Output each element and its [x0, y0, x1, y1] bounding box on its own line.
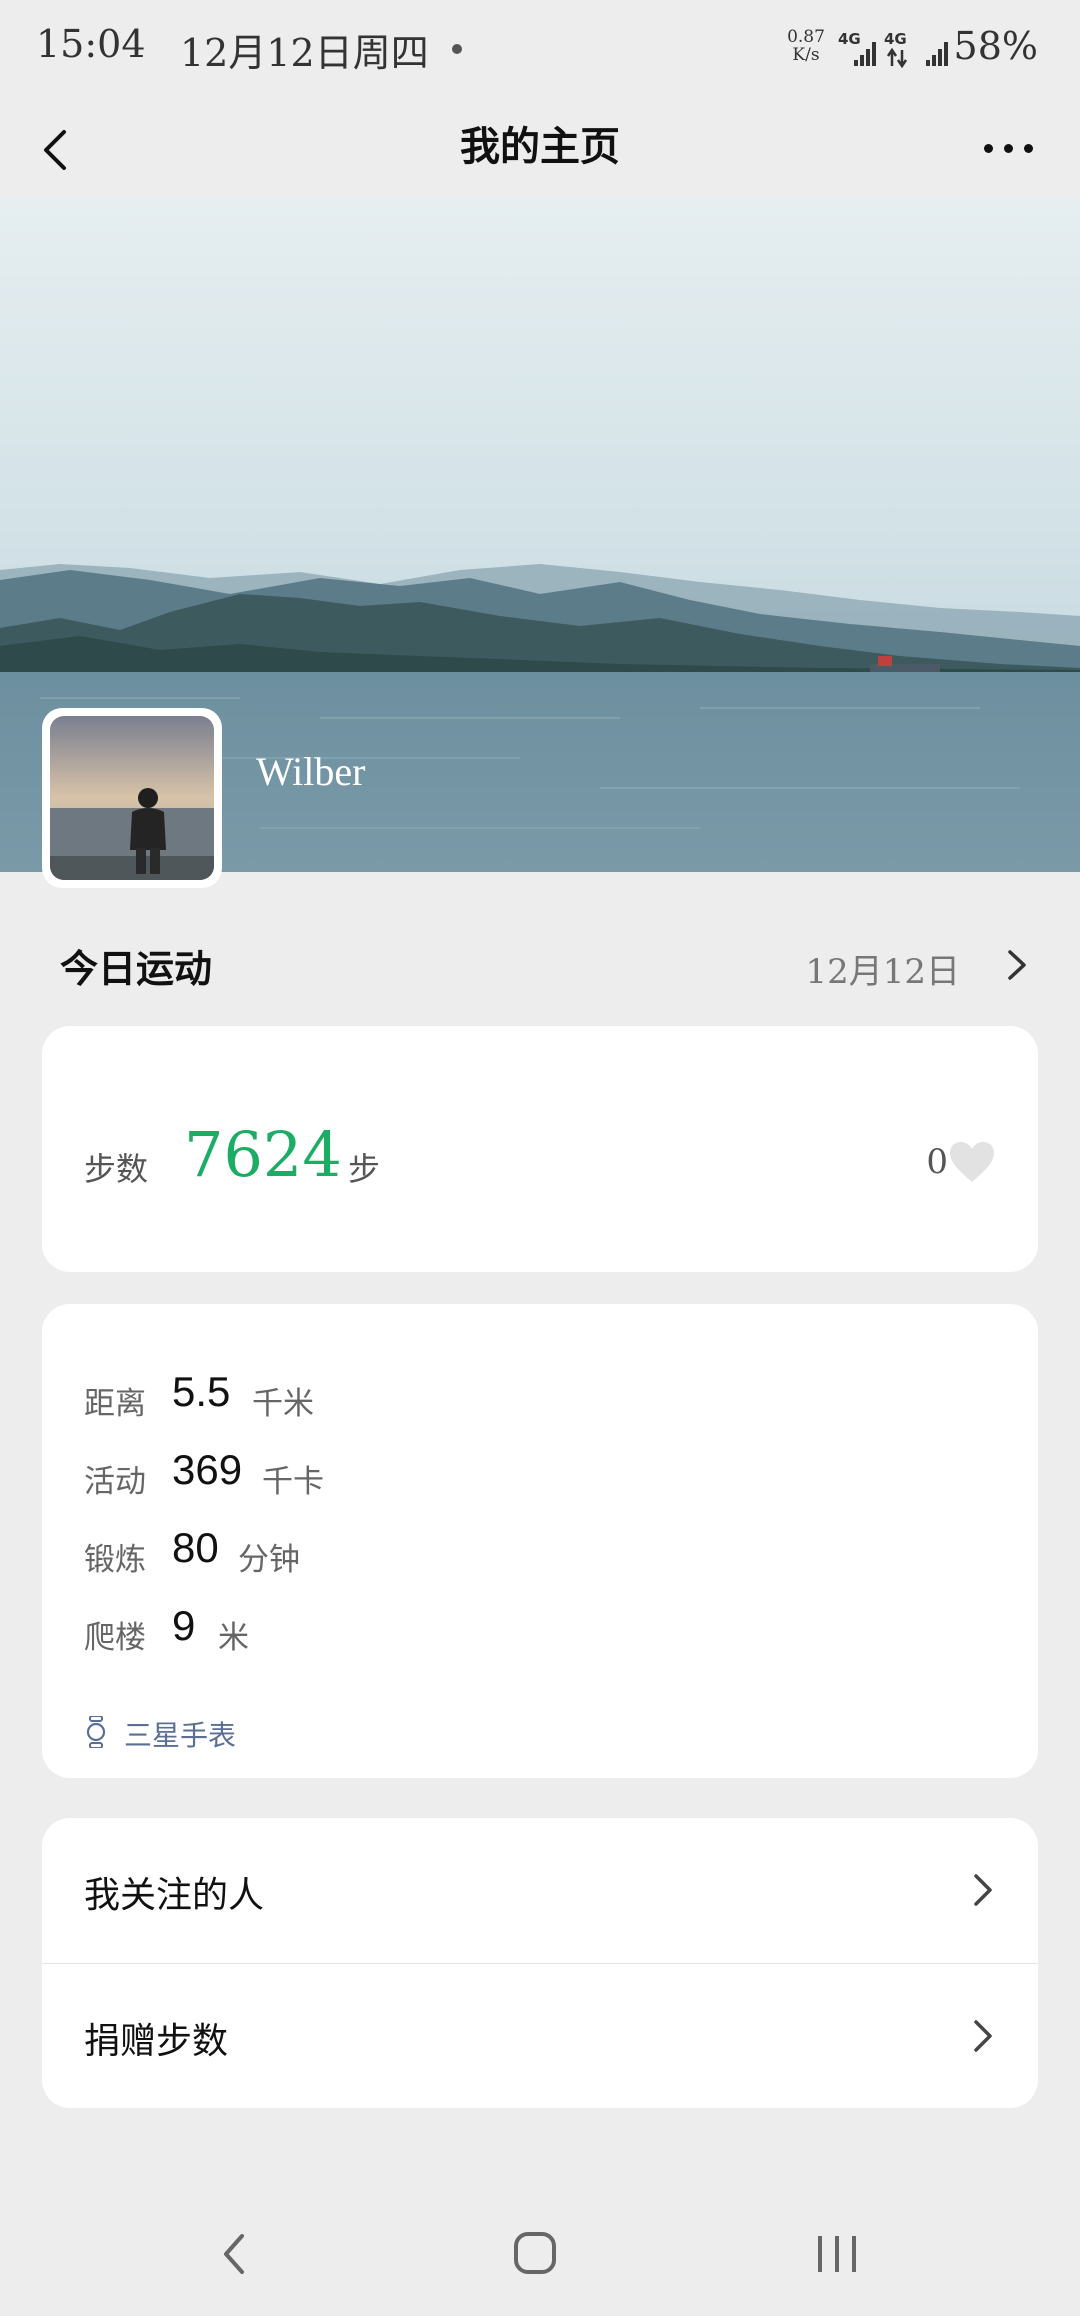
notification-dot-icon: [452, 44, 462, 54]
steps-value: 7624: [184, 1118, 342, 1191]
stat-label: 距离: [84, 1386, 146, 1422]
stat-value: 369: [172, 1446, 243, 1493]
recents-icon: [818, 2236, 856, 2272]
stat-unit: 米: [218, 1620, 249, 1656]
system-home-button[interactable]: [500, 2224, 570, 2284]
menu-item-donate-steps[interactable]: 捐赠步数: [42, 1964, 1038, 2108]
stat-unit: 千卡: [262, 1464, 324, 1500]
signal-icon: 4G: [838, 30, 882, 70]
network-speed: 0.87 K/s: [784, 28, 828, 64]
stat-label: 爬楼: [84, 1620, 146, 1656]
avatar-image: [50, 716, 214, 880]
stat-unit: 分钟: [238, 1542, 300, 1578]
system-back-button[interactable]: [200, 2224, 270, 2284]
username: Wilber: [256, 749, 366, 794]
steps-label: 步数: [84, 1150, 149, 1188]
chevron-right-icon: [974, 1874, 992, 1906]
system-recents-button[interactable]: [802, 2224, 872, 2284]
status-date: 12月12日周四: [180, 31, 429, 75]
watch-icon: [86, 1716, 106, 1748]
steps-card[interactable]: 步数 7624 步 0: [42, 1026, 1038, 1272]
status-bar: 15:04 12月12日周四 0.87 K/s 4G 4G 58%: [0, 0, 1080, 96]
menu-item-following[interactable]: 我关注的人: [42, 1818, 1038, 1962]
status-time: 15:04: [36, 22, 146, 66]
chevron-right-icon: [974, 2020, 992, 2052]
more-dot: [1024, 144, 1033, 153]
page-title: 我的主页: [460, 123, 620, 170]
steps-unit: 步: [348, 1150, 381, 1188]
home-icon: [514, 2232, 556, 2274]
avatar[interactable]: [42, 708, 222, 888]
nav-bar: 我的主页: [0, 96, 1080, 200]
more-dots-icon: [984, 144, 993, 153]
more-button[interactable]: [974, 126, 1044, 170]
like-heart-icon[interactable]: [948, 1140, 996, 1184]
today-date-link[interactable]: 12月12日: [805, 944, 960, 993]
likes-count: 0: [926, 1142, 948, 1182]
stat-value: 5.5: [172, 1368, 231, 1415]
data-transfer-icon: 4G: [882, 30, 926, 70]
stat-label: 锻炼: [84, 1542, 146, 1578]
network-speed-unit: K/s: [792, 45, 820, 65]
today-section-title: 今日运动: [60, 946, 213, 991]
menu-card: 我关注的人 捐赠步数: [42, 1818, 1038, 2108]
more-dot: [1004, 144, 1013, 153]
activity-stats-card: 距离 5.5 千米 活动 369 千卡 锻炼 80 分钟 爬楼 9 米 三星手表: [42, 1304, 1038, 1778]
stat-unit: 千米: [252, 1386, 314, 1422]
back-icon: [224, 2234, 244, 2274]
network-speed-value: 0.87: [787, 27, 825, 47]
stat-value: 80: [172, 1524, 219, 1571]
chevron-right-icon[interactable]: [996, 942, 1036, 988]
stat-label: 活动: [84, 1464, 146, 1500]
system-navigation-bar: [0, 2190, 1080, 2316]
stat-value: 9: [172, 1602, 196, 1649]
battery-level: 58%: [953, 24, 1038, 68]
device-label: 三星手表: [124, 1719, 237, 1752]
menu-item-label: 捐赠步数: [84, 2021, 229, 2062]
menu-item-label: 我关注的人: [84, 1875, 265, 1916]
